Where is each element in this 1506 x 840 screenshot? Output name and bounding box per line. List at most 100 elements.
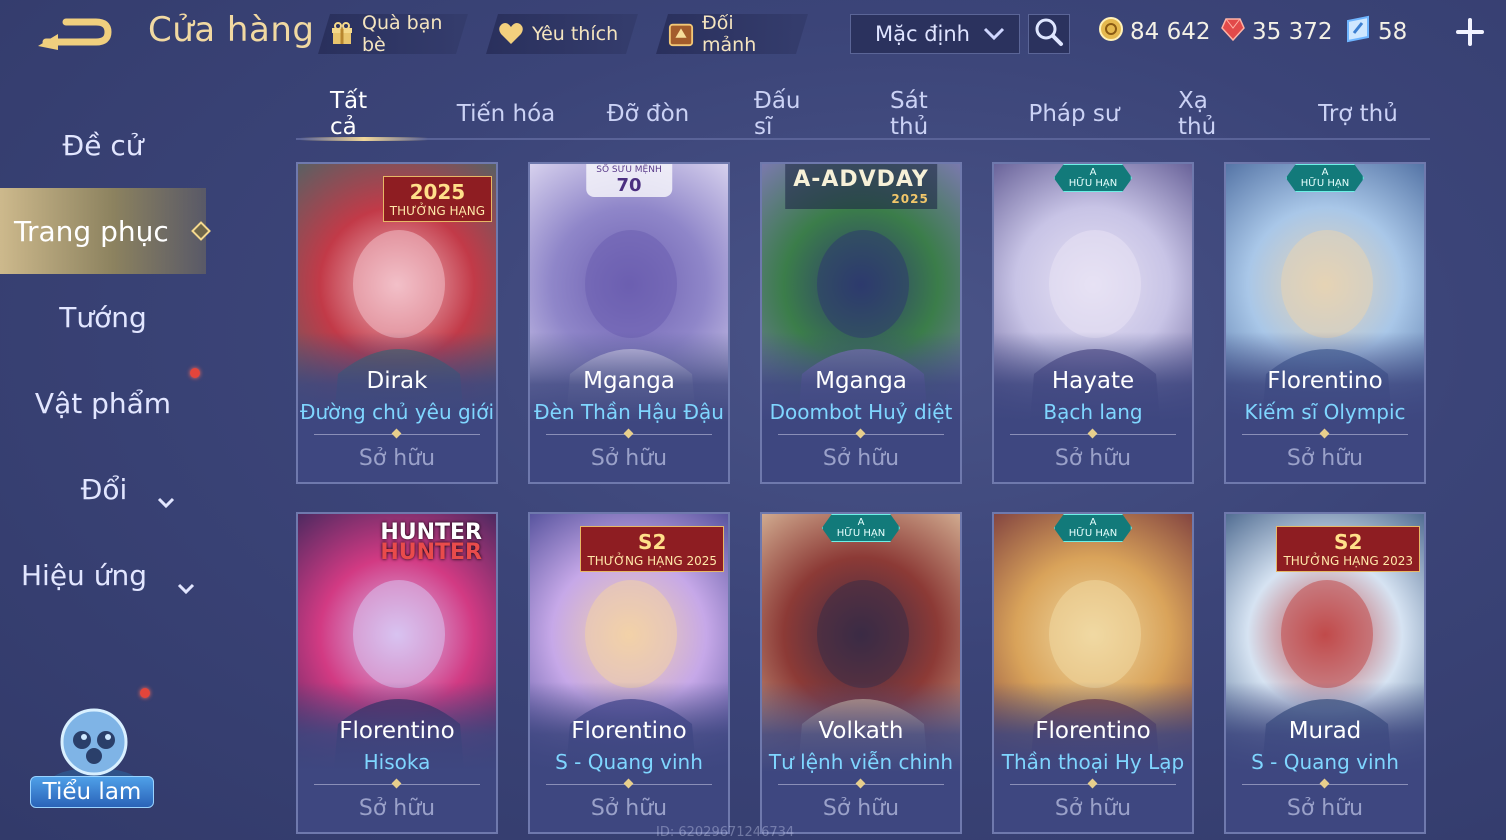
owned-status: Sở hữu bbox=[1286, 796, 1364, 821]
plus-icon[interactable] bbox=[1452, 14, 1488, 50]
event-badge: A-ADVDAY 2025 bbox=[785, 164, 937, 209]
skin-name: Đường chủ yêu giới bbox=[299, 400, 495, 424]
gold-coin-icon bbox=[1098, 16, 1124, 48]
owned-status: Sở hữu bbox=[1054, 446, 1132, 471]
skin-card[interactable]: A HỮU HẠN Volkath Tư lệnh viễn chinh Sở hữu bbox=[760, 512, 962, 834]
sidebar-item-effects[interactable]: Hiệu ứng bbox=[0, 532, 206, 618]
friend-gift-label: Quà bạn bè bbox=[362, 12, 443, 56]
chevron-down-icon bbox=[157, 483, 175, 509]
back-arrow-icon[interactable] bbox=[36, 12, 116, 54]
sidebar-item-label: Đổi bbox=[80, 472, 128, 506]
tab-tank[interactable]: Đỡ đòn bbox=[606, 90, 690, 138]
limited-badge: A HỮU HẠN bbox=[1054, 514, 1132, 542]
skin-card[interactable]: S2 THƯỞNG HẠNG 2023 Murad S - Quang vinh Sở … bbox=[1224, 512, 1426, 834]
top-bar: Cửa hàng Quà bạn bè Yêu thích Đổi mảnh M… bbox=[0, 0, 1506, 70]
rank-reward-badge: S2 THƯỞNG HẠNG 2025 bbox=[580, 526, 724, 572]
sidebar-item-heroes[interactable]: Tướng bbox=[0, 274, 206, 360]
hero-name: Murad bbox=[1288, 718, 1362, 744]
sidebar-item-label: Tướng bbox=[59, 300, 147, 334]
tab-all[interactable]: Tất cả bbox=[300, 88, 428, 141]
sidebar-item-label: Hiệu ứng bbox=[21, 558, 147, 592]
ruby-amount: 35 372 bbox=[1252, 19, 1333, 45]
page-title: Cửa hàng bbox=[148, 10, 315, 50]
player-id-watermark: ID: 62029671246734 bbox=[656, 825, 795, 840]
sidebar-item-label: Đề cử bbox=[62, 128, 144, 162]
hero-name: Dirak bbox=[366, 368, 428, 394]
limited-badge: A HỮU HẠN bbox=[1286, 164, 1364, 192]
hero-name: Hayate bbox=[1051, 368, 1135, 394]
skin-card[interactable]: A HỮU HẠN Florentino Kiếm sĩ Olympic Sở hữu bbox=[1224, 162, 1426, 484]
hero-name: Florentino bbox=[1267, 368, 1383, 394]
sidebar-item-items[interactable]: Vật phẩm bbox=[0, 360, 206, 446]
skin-card[interactable]: A-ADVDAY 2025 Mganga Doombot Huỷ diệt Sở hữu bbox=[760, 162, 962, 484]
gift-icon bbox=[330, 21, 354, 47]
search-icon bbox=[1034, 17, 1064, 51]
card-divider bbox=[1010, 784, 1176, 785]
sort-dropdown[interactable]: Mặc định bbox=[850, 14, 1020, 54]
owned-status: Sở hữu bbox=[358, 796, 436, 821]
owned-status: Sở hữu bbox=[1286, 446, 1364, 471]
favorite-button[interactable]: Yêu thích bbox=[486, 14, 638, 54]
favorite-label: Yêu thích bbox=[532, 23, 619, 45]
skin-name: Kiếm sĩ Olympic bbox=[1244, 400, 1406, 424]
owned-status: Sở hữu bbox=[590, 446, 668, 471]
hero-name: Florentino bbox=[1035, 718, 1151, 744]
rank-reward-badge: S2 THƯỞNG HẠNG 2023 bbox=[1276, 526, 1420, 572]
friend-gift-button[interactable]: Quà bạn bè bbox=[318, 14, 468, 54]
skin-card[interactable]: HUNTER HUNTER Florentino Hisoka Sở hữu bbox=[296, 512, 498, 834]
tab-mage[interactable]: Pháp sư bbox=[1028, 90, 1120, 138]
gold-balance: 84 642 bbox=[1098, 14, 1210, 50]
chevron-down-icon bbox=[177, 569, 195, 595]
skin-card[interactable]: 2025 THƯỞNG HẠNG Dirak Đường chủ yêu giới Sở… bbox=[296, 162, 498, 484]
collab-logo-badge: HUNTER HUNTER bbox=[380, 520, 482, 565]
tab-evolution[interactable]: Tiến hóa bbox=[456, 90, 556, 138]
hero-name: Mganga bbox=[583, 368, 675, 394]
skin-grid: 2025 THƯỞNG HẠNG Dirak Đường chủ yêu giới Sở… bbox=[296, 162, 1430, 840]
owned-status: Sở hữu bbox=[358, 446, 436, 471]
notification-dot bbox=[190, 368, 200, 378]
voucher-icon bbox=[1344, 15, 1372, 49]
card-divider bbox=[778, 434, 944, 435]
shard-exchange-button[interactable]: Đổi mảnh bbox=[656, 14, 808, 54]
active-diamond-icon bbox=[191, 221, 211, 241]
sidebar-item-exchange[interactable]: Đổi bbox=[0, 446, 206, 532]
sort-value: Mặc định bbox=[875, 22, 970, 46]
sidebar-item-label: Trang phục bbox=[14, 214, 169, 248]
skin-name: Thần thoại Hy Lạp bbox=[1001, 750, 1185, 774]
search-button[interactable] bbox=[1028, 14, 1070, 54]
card-divider bbox=[546, 784, 712, 785]
card-divider bbox=[778, 784, 944, 785]
skin-name: Bạch lang bbox=[1043, 400, 1143, 424]
owned-status: Sở hữu bbox=[1054, 796, 1132, 821]
skin-card[interactable]: S2 THƯỞNG HẠNG 2025 Florentino S - Quang vi… bbox=[528, 512, 730, 834]
skin-name: S - Quang vinh bbox=[1251, 750, 1399, 774]
shard-exchange-label: Đổi mảnh bbox=[702, 12, 757, 56]
skin-name: Đèn Thần Hậu Đậu bbox=[534, 400, 724, 424]
skin-name: Tư lệnh viễn chinh bbox=[768, 750, 954, 774]
tab-marksman[interactable]: Xạ thủ bbox=[1178, 88, 1252, 140]
owned-status: Sở hữu bbox=[590, 796, 668, 821]
sidebar-item-skins[interactable]: Trang phục bbox=[0, 188, 211, 274]
owned-status: Sở hữu bbox=[822, 796, 900, 821]
skin-card[interactable]: SỔ SƯU MỆNH 70 Mganga Đèn Thần Hậu Đậu Sở hữ… bbox=[528, 162, 730, 484]
gold-amount: 84 642 bbox=[1130, 19, 1211, 45]
card-divider bbox=[314, 784, 480, 785]
tab-support[interactable]: Trợ thủ bbox=[1316, 90, 1400, 138]
card-divider bbox=[1010, 434, 1176, 435]
skin-name: Doombot Huỷ diệt bbox=[769, 400, 953, 424]
chevron-down-icon bbox=[983, 22, 1005, 46]
tab-assassin[interactable]: Sát thủ bbox=[890, 88, 972, 140]
limited-badge: A HỮU HẠN bbox=[1054, 164, 1132, 192]
hero-name: Volkath bbox=[818, 718, 904, 744]
tab-fighter[interactable]: Đấu sĩ bbox=[754, 88, 826, 140]
hero-name: Mganga bbox=[815, 368, 907, 394]
sidebar-item-featured[interactable]: Đề cử bbox=[0, 102, 206, 188]
skin-card[interactable]: A HỮU HẠN Florentino Thần thoại Hy Lạp Sở hữ… bbox=[992, 512, 1194, 834]
card-divider bbox=[1242, 784, 1408, 785]
card-divider bbox=[1242, 434, 1408, 435]
card-divider bbox=[546, 434, 712, 435]
sidebar-item-label: Vật phẩm bbox=[34, 386, 172, 420]
voucher-amount: 58 bbox=[1378, 19, 1408, 45]
skin-card[interactable]: A HỮU HẠN Hayate Bạch lang Sở hữu bbox=[992, 162, 1194, 484]
skin-name: S - Quang vinh bbox=[555, 750, 703, 774]
